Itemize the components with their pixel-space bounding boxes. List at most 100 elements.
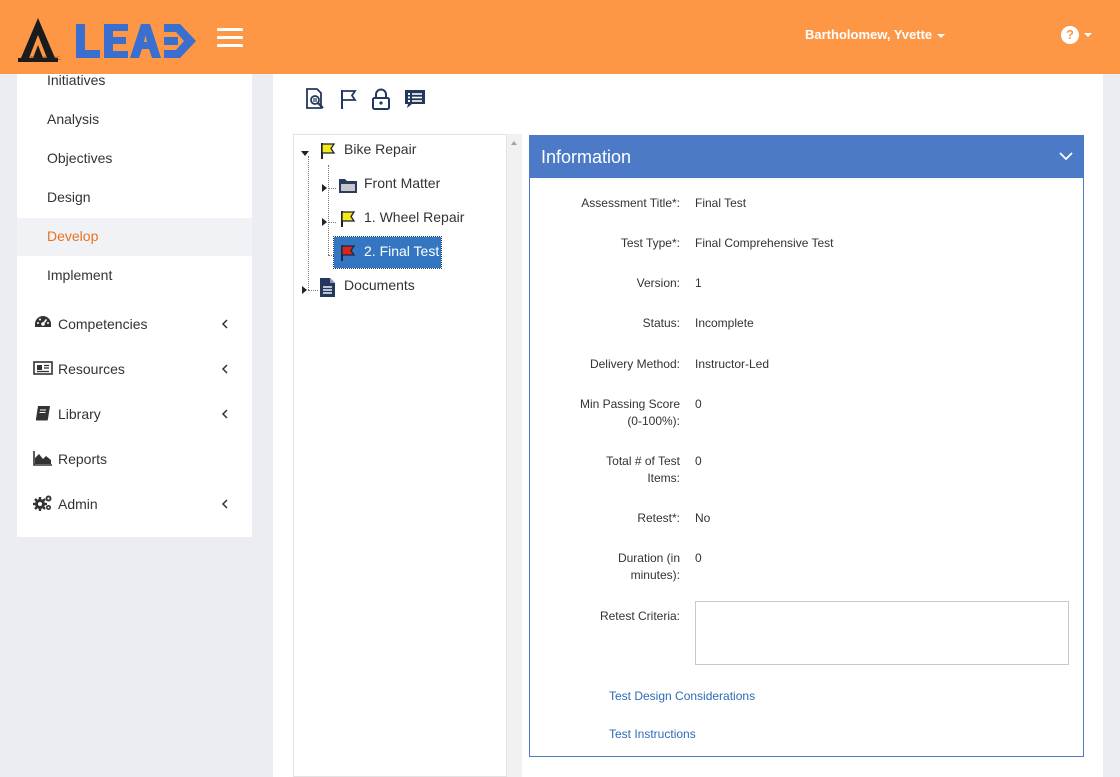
tree-collapse-toggle[interactable] xyxy=(301,151,309,156)
tree-node-bike-repair[interactable]: Bike Repair xyxy=(344,141,416,157)
test-type-value: Final Comprehensive Test xyxy=(695,236,834,250)
folder-icon xyxy=(339,179,357,193)
status-value: Incomplete xyxy=(695,316,754,330)
document-icon xyxy=(320,278,335,297)
help-menu[interactable]: ? xyxy=(1061,26,1092,44)
information-panel-title: Information xyxy=(541,147,632,167)
duration-value: 0 xyxy=(695,551,702,565)
assessment-title-label: Assessment Title*: xyxy=(581,196,680,210)
tree-node-wheel-repair[interactable]: 1. Wheel Repair xyxy=(364,209,464,225)
total-test-items-label-line2: Items: xyxy=(647,471,680,485)
sidebar-item-label: Implement xyxy=(47,267,113,283)
tree-node-front-matter[interactable]: Front Matter xyxy=(364,175,440,191)
caret-down-icon xyxy=(1084,33,1092,37)
sidebar-item-label: Objectives xyxy=(47,150,113,166)
sidebar-group-library[interactable]: Library xyxy=(17,394,252,434)
user-menu[interactable]: Bartholomew, Yvette xyxy=(805,27,946,42)
tree-connector xyxy=(328,222,336,223)
sidebar-item-initiatives[interactable]: Initiatives xyxy=(17,62,252,100)
comment-list-icon[interactable] xyxy=(404,88,426,110)
tree-node-label: 2. Final Test xyxy=(364,243,440,259)
scroll-up-arrow-icon[interactable] xyxy=(511,141,517,145)
book-icon xyxy=(36,406,50,421)
course-tree xyxy=(293,134,507,777)
document-search-icon[interactable] xyxy=(304,88,326,110)
retest-criteria-field[interactable] xyxy=(695,601,1069,665)
hamburger-bar xyxy=(217,36,243,39)
min-passing-score-label-line1: Min Passing Score xyxy=(579,397,680,411)
yellow-flag-icon xyxy=(341,211,356,227)
test-instructions-link[interactable]: Test Instructions xyxy=(609,727,696,741)
chevron-left-icon xyxy=(221,364,228,374)
sidebar-item-develop[interactable]: Develop xyxy=(17,218,252,256)
sidebar-item-analysis[interactable]: Analysis xyxy=(17,101,252,139)
red-flag-icon xyxy=(341,245,356,261)
assessment-title-value: Final Test xyxy=(695,196,747,210)
user-name: Bartholomew, Yvette xyxy=(805,27,933,42)
newspaper-icon xyxy=(33,361,53,375)
area-chart-icon xyxy=(33,451,52,466)
hamburger-menu-button[interactable] xyxy=(217,28,243,48)
information-panel: Information Assessment Title*: Final Tes… xyxy=(529,135,1084,757)
retest-criteria-label: Retest Criteria: xyxy=(599,609,680,623)
gears-icon xyxy=(33,495,52,511)
sidebar-item-label: Analysis xyxy=(47,111,100,127)
sidebar-group-reports[interactable]: Reports xyxy=(17,439,252,479)
status-label: Status: xyxy=(642,316,680,330)
sidebar-group-resources[interactable]: Resources xyxy=(17,349,252,389)
tree-connector xyxy=(328,188,336,189)
caret-down-icon xyxy=(937,33,946,38)
sidebar-item-design[interactable]: Design xyxy=(17,179,252,217)
duration-label: Duration (in minutes): xyxy=(530,550,680,584)
tree-connector xyxy=(308,156,309,290)
sidebar-item-label: Design xyxy=(47,189,91,205)
chevron-left-icon xyxy=(221,409,228,419)
tree-connector xyxy=(308,290,318,291)
sidebar-item-label: Develop xyxy=(47,228,99,244)
dashboard-icon xyxy=(35,316,51,327)
question-circle-icon: ? xyxy=(1061,26,1079,44)
chevron-down-icon[interactable] xyxy=(1058,150,1074,162)
sidebar-group-admin[interactable]: Admin xyxy=(17,484,252,524)
sidebar-group-label: Resources xyxy=(58,361,125,377)
flag-icon[interactable] xyxy=(338,88,360,110)
min-passing-score-label-line2: (0-100%): xyxy=(627,414,680,428)
tree-scrollbar[interactable] xyxy=(507,134,522,777)
yellow-flag-icon xyxy=(321,143,336,159)
total-test-items-value: 0 xyxy=(695,454,702,468)
lock-icon[interactable] xyxy=(370,88,392,110)
tree-expand-toggle[interactable] xyxy=(302,286,307,294)
sidebar-item-implement[interactable]: Implement xyxy=(17,257,252,295)
min-passing-score-label: Min Passing Score (0-100%): xyxy=(530,396,680,430)
version-value: 1 xyxy=(695,276,702,290)
tree-expand-toggle[interactable] xyxy=(322,218,327,226)
total-test-items-label: Total # of Test Items: xyxy=(530,453,680,487)
tree-connector xyxy=(328,165,329,255)
retest-label: Retest*: xyxy=(637,511,680,525)
sidebar-group-competencies[interactable]: Competencies xyxy=(17,304,252,344)
version-label: Version: xyxy=(636,276,680,290)
min-passing-score-value: 0 xyxy=(695,397,702,411)
sidebar-group-label: Admin xyxy=(58,496,98,512)
sidebar-item-label: Initiatives xyxy=(47,72,106,88)
tree-node-final-test[interactable]: 2. Final Test xyxy=(333,236,442,269)
test-type-label: Test Type*: xyxy=(620,236,680,250)
duration-label-line1: Duration (in xyxy=(617,551,680,565)
sidebar-group-label: Reports xyxy=(58,451,108,467)
chevron-left-icon xyxy=(221,499,228,509)
retest-value: No xyxy=(695,511,711,525)
hamburger-bar xyxy=(217,28,243,31)
tree-expand-toggle[interactable] xyxy=(322,184,327,192)
delivery-method-value: Instructor-Led xyxy=(695,357,770,371)
information-panel-header[interactable]: Information xyxy=(530,136,1083,178)
test-design-considerations-link[interactable]: Test Design Considerations xyxy=(609,689,755,703)
total-test-items-label-line1: Total # of Test xyxy=(606,454,680,468)
hamburger-bar xyxy=(217,44,243,47)
duration-label-line2: minutes): xyxy=(630,568,680,582)
tree-node-documents[interactable]: Documents xyxy=(344,277,415,293)
sidebar: Initiatives Analysis Objectives Design D… xyxy=(17,72,252,537)
sidebar-item-objectives[interactable]: Objectives xyxy=(17,140,252,178)
delivery-method-label: Delivery Method: xyxy=(589,357,680,371)
chevron-left-icon xyxy=(221,319,228,329)
sidebar-group-label: Competencies xyxy=(58,316,148,332)
